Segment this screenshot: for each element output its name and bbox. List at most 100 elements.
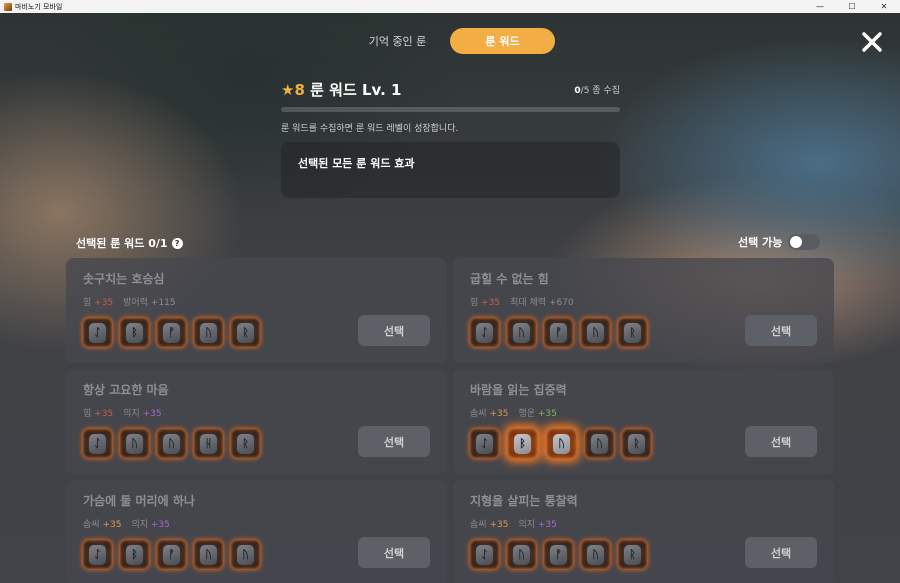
rune-glyph: ᚡ bbox=[550, 544, 567, 565]
selectable-toggle[interactable] bbox=[788, 234, 821, 250]
window-close-button[interactable]: ✕ bbox=[868, 0, 900, 13]
rune-slot-icon[interactable]: ᚱ bbox=[618, 540, 647, 569]
rune-word-card[interactable]: 바람을 읽는 집중력 솜씨 +35 행운 +35 ᛇ ᛒ ᚢ ᚢ ᚱ 선택 bbox=[453, 369, 834, 474]
rune-word-card[interactable]: 항상 고요한 마음 힘 +35 의지 +35 ᛇ ᚢ ᚢ ᚺ ᚱ 선택 bbox=[66, 369, 447, 474]
stat-label: 최대 체력 bbox=[510, 298, 547, 308]
rune-slot-icon[interactable]: ᛇ bbox=[83, 318, 112, 347]
stat-label: 힘 bbox=[470, 298, 479, 308]
rune-word-name: 굽힐 수 없는 힘 bbox=[470, 272, 549, 286]
rune-slot-icon[interactable]: ᛇ bbox=[83, 540, 112, 569]
rune-slot-icon[interactable]: ᚡ bbox=[157, 318, 186, 347]
close-icon[interactable] bbox=[860, 30, 884, 54]
select-button[interactable]: 선택 bbox=[745, 426, 817, 457]
select-button[interactable]: 선택 bbox=[745, 315, 817, 346]
collection-total: /5 종 수집 bbox=[580, 86, 620, 96]
rune-slot-icon[interactable]: ᛒ bbox=[120, 318, 149, 347]
level-hint: 룬 워드를 수집하면 룬 워드 레벨이 성장합니다. bbox=[281, 124, 459, 134]
rune-slots: ᛇᚢᚢᚺᚱ bbox=[83, 429, 260, 458]
rune-word-card[interactable]: 지형을 살피는 통찰력 솜씨 +35 의지 +35 ᛇ ᚢ ᚡ ᚢ ᚱ 선택 bbox=[453, 480, 834, 583]
collection-count: 0/5 종 수집 bbox=[574, 83, 620, 96]
stat-value: +35 bbox=[537, 409, 557, 419]
rune-slot-icon[interactable]: ᛒ bbox=[120, 540, 149, 569]
window-titlebar: 마비노기 모바일 — ☐ ✕ bbox=[0, 0, 900, 13]
tab-rune-word[interactable]: 룬 워드 bbox=[450, 28, 555, 54]
rune-word-card[interactable]: 솟구치는 호승심 힘 +35 방어력 +115 ᛇ ᛒ ᚡ ᚢ ᚱ 선택 bbox=[66, 258, 447, 363]
rune-slot-icon[interactable]: ᚡ bbox=[544, 540, 573, 569]
rune-glyph: ᛇ bbox=[476, 544, 493, 565]
rune-slot-icon[interactable]: ᚢ bbox=[546, 428, 577, 459]
rune-word-name: 항상 고요한 마음 bbox=[83, 383, 169, 397]
rune-slot-icon[interactable]: ᛇ bbox=[83, 429, 112, 458]
rune-slot-icon[interactable]: ᛇ bbox=[470, 429, 499, 458]
rune-slot-icon[interactable]: ᚢ bbox=[581, 318, 610, 347]
rune-glyph: ᛒ bbox=[514, 433, 531, 454]
rune-word-stats: 힘 +35 의지 +35 bbox=[83, 406, 430, 419]
rune-slot-icon[interactable]: ᚱ bbox=[618, 318, 647, 347]
selected-rune-words-header: 선택된 룬 워드 0/1 ? bbox=[76, 235, 183, 251]
rune-slot-icon[interactable]: ᚡ bbox=[544, 318, 573, 347]
rune-glyph: ᚱ bbox=[237, 322, 254, 343]
rune-slot-icon[interactable]: ᚢ bbox=[157, 429, 186, 458]
star-count: 8 bbox=[294, 81, 305, 99]
stat-value: +35 bbox=[537, 520, 557, 530]
stat-value: +35 bbox=[489, 409, 509, 419]
rune-slot-icon[interactable]: ᚢ bbox=[585, 429, 614, 458]
rune-slot-icon[interactable]: ᚢ bbox=[231, 540, 260, 569]
select-button[interactable]: 선택 bbox=[358, 315, 430, 346]
rune-slot-icon[interactable]: ᚢ bbox=[194, 540, 223, 569]
rune-slot-icon[interactable]: ᚡ bbox=[157, 540, 186, 569]
rune-slots: ᛇᛒᚡᚢᚱ bbox=[83, 318, 260, 347]
rune-word-level-panel: ★8 룬 워드 Lv. 1 0/5 종 수집 룬 워드를 수집하면 룬 워드 레… bbox=[281, 79, 620, 198]
selectable-filter: 선택 가능 bbox=[738, 234, 821, 250]
stat-label: 행운 bbox=[518, 409, 535, 419]
select-button[interactable]: 선택 bbox=[745, 537, 817, 568]
selected-effects-title: 선택된 모든 룬 워드 효과 bbox=[298, 157, 415, 170]
rune-slot-icon[interactable]: ᚢ bbox=[507, 540, 536, 569]
rune-slot-icon[interactable]: ᛇ bbox=[470, 540, 499, 569]
stat-value: +670 bbox=[549, 298, 574, 308]
minimize-button[interactable]: — bbox=[804, 0, 836, 13]
stat-value: +35 bbox=[94, 409, 114, 419]
rune-glyph: ᚢ bbox=[513, 544, 530, 565]
stat-label: 방어력 bbox=[123, 298, 148, 308]
rune-glyph: ᛇ bbox=[89, 544, 106, 565]
rune-word-card[interactable]: 굽힐 수 없는 힘힘 +35 최대 체력 +670 ᛇ ᚢ ᚡ ᚢ ᚱ 선택 bbox=[453, 258, 834, 363]
stat-item: 힘 +35 bbox=[83, 295, 113, 308]
stat-item: 솜씨 +35 bbox=[83, 517, 121, 530]
rune-slot-icon[interactable]: ᚺ bbox=[194, 429, 223, 458]
window-title: 마비노기 모바일 bbox=[15, 2, 63, 11]
select-button[interactable]: 선택 bbox=[358, 537, 430, 568]
rune-slot-icon[interactable]: ᚢ bbox=[120, 429, 149, 458]
stat-item: 의지 +35 bbox=[518, 517, 556, 530]
rune-word-stats: 힘 +35 최대 체력 +670 bbox=[470, 295, 817, 308]
stat-value: +35 bbox=[481, 298, 501, 308]
maximize-button[interactable]: ☐ bbox=[836, 0, 868, 13]
rune-slot-icon[interactable]: ᚱ bbox=[622, 429, 651, 458]
level-title: ★8 룬 워드 Lv. 1 bbox=[281, 79, 401, 100]
tab-remembered-runes[interactable]: 기억 중인 룬 bbox=[345, 28, 450, 54]
rune-slot-icon[interactable]: ᛒ bbox=[507, 428, 538, 459]
rune-slots: ᛇᛒᚡᚢᚢ bbox=[83, 540, 260, 569]
help-icon[interactable]: ? bbox=[171, 237, 183, 249]
rune-word-screen: 기억 중인 룬 룬 워드 ★8 룬 워드 Lv. 1 0/5 종 수집 룬 워드… bbox=[0, 13, 900, 583]
stat-label: 의지 bbox=[123, 409, 140, 419]
rune-glyph: ᛇ bbox=[89, 322, 106, 343]
stat-item: 의지 +35 bbox=[123, 406, 161, 419]
rune-glyph: ᚡ bbox=[163, 544, 180, 565]
rune-slot-icon[interactable]: ᚢ bbox=[507, 318, 536, 347]
rune-slot-icon[interactable]: ᚢ bbox=[581, 540, 610, 569]
rune-slot-icon[interactable]: ᚱ bbox=[231, 429, 260, 458]
rune-glyph: ᚢ bbox=[587, 544, 604, 565]
rune-glyph: ᚺ bbox=[200, 433, 217, 454]
rune-slot-icon[interactable]: ᛇ bbox=[470, 318, 499, 347]
rune-word-stats: 솜씨 +35 의지 +35 bbox=[470, 517, 817, 530]
select-button[interactable]: 선택 bbox=[358, 426, 430, 457]
stat-item: 의지 +35 bbox=[131, 517, 169, 530]
toggle-knob bbox=[790, 236, 803, 248]
rune-word-card[interactable]: 가슴에 둘 머리에 하나 솜씨 +35 의지 +35 ᛇ ᛒ ᚡ ᚢ ᚢ 선택 bbox=[66, 480, 447, 583]
stat-value: +35 bbox=[94, 298, 114, 308]
rune-slot-icon[interactable]: ᚢ bbox=[194, 318, 223, 347]
rune-glyph: ᚱ bbox=[628, 433, 645, 454]
stat-value: +115 bbox=[150, 298, 176, 308]
rune-slot-icon[interactable]: ᚱ bbox=[231, 318, 260, 347]
